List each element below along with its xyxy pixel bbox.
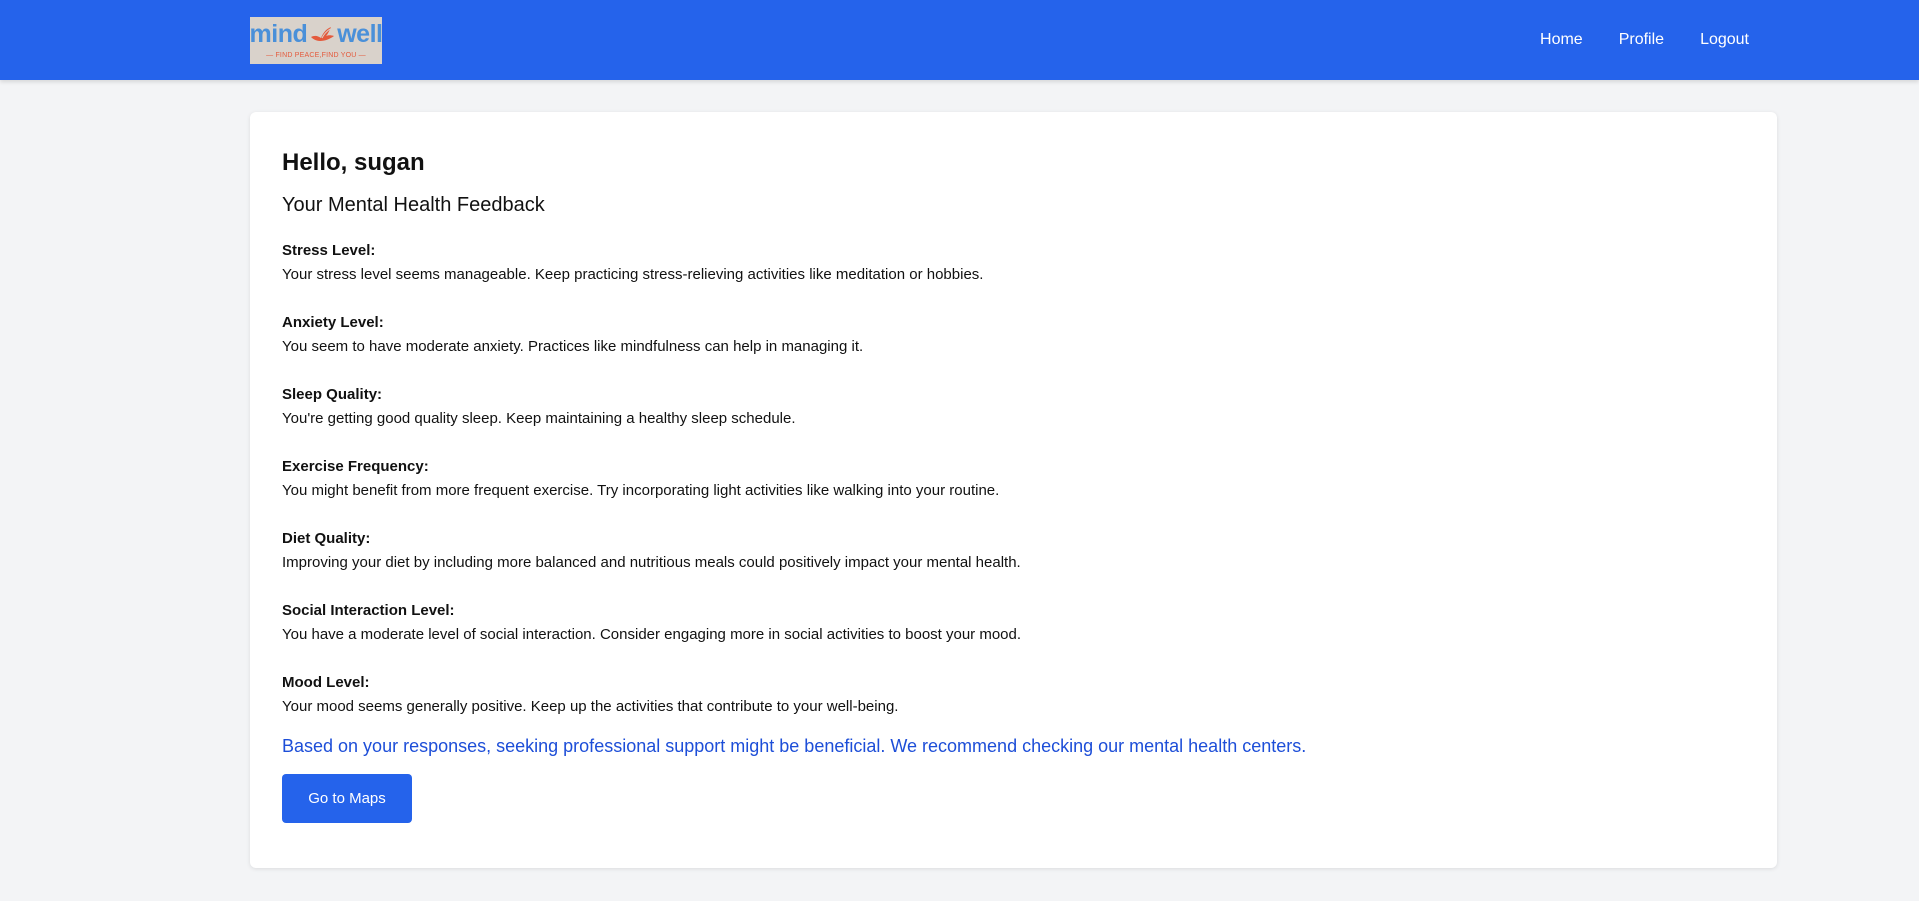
feedback-label: Social Interaction Level: xyxy=(282,602,455,619)
nav-home-link[interactable]: Home xyxy=(1540,31,1583,49)
nav-profile-link[interactable]: Profile xyxy=(1619,31,1664,49)
feedback-item-social: Social Interaction Level: You have a mod… xyxy=(282,599,1745,671)
feedback-item-exercise: Exercise Frequency: You might benefit fr… xyxy=(282,455,1745,527)
greeting-heading: Hello, sugan xyxy=(282,149,425,176)
nav-links: Home Profile Logout xyxy=(1504,0,1749,80)
feedback-card: Hello, sugan Your Mental Health Feedback… xyxy=(250,112,1777,868)
feedback-text: You seem to have moderate anxiety. Pract… xyxy=(282,338,864,355)
feedback-item-stress: Stress Level: Your stress level seems ma… xyxy=(282,239,1745,311)
feedback-label: Anxiety Level: xyxy=(282,314,384,331)
feedback-text: You're getting good quality sleep. Keep … xyxy=(282,410,796,427)
feedback-label: Stress Level: xyxy=(282,242,376,259)
logo-word-left: mind xyxy=(249,20,308,48)
feedback-text: You might benefit from more frequent exe… xyxy=(282,482,1000,499)
feedback-text: You have a moderate level of social inte… xyxy=(282,626,1022,643)
feedback-item-diet: Diet Quality: Improving your diet by inc… xyxy=(282,527,1745,599)
feedback-text: Your stress level seems manageable. Keep… xyxy=(282,266,984,283)
logo-word-right: well xyxy=(337,20,383,48)
nav-logout-link[interactable]: Logout xyxy=(1700,31,1749,49)
logo-wordmark: mind well xyxy=(249,19,383,50)
feedback-label: Diet Quality: xyxy=(282,530,371,547)
bird-icon xyxy=(309,23,335,47)
mindwell-logo[interactable]: mind well — FIND PEACE,FIND YOU — xyxy=(249,17,383,64)
feedback-list: Stress Level: Your stress level seems ma… xyxy=(282,239,1745,719)
feedback-item-anxiety: Anxiety Level: You seem to have moderate… xyxy=(282,311,1745,383)
feedback-item-sleep: Sleep Quality: You're getting good quali… xyxy=(282,383,1745,455)
feedback-section-title: Your Mental Health Feedback xyxy=(282,194,545,216)
feedback-text: Improving your diet by including more ba… xyxy=(282,554,1021,571)
feedback-label: Mood Level: xyxy=(282,674,370,691)
professional-support-recommendation: Based on your responses, seeking profess… xyxy=(282,736,1307,756)
logo-tagline: — FIND PEACE,FIND YOU — xyxy=(266,52,366,59)
feedback-text: Your mood seems generally positive. Keep… xyxy=(282,698,899,715)
feedback-item-mood: Mood Level: Your mood seems generally po… xyxy=(282,671,1745,719)
top-navbar: mind well — FIND PEACE,FIND YOU — Home P… xyxy=(0,0,1919,80)
go-to-maps-button[interactable]: Go to Maps xyxy=(282,774,412,823)
feedback-label: Sleep Quality: xyxy=(282,386,383,403)
feedback-label: Exercise Frequency: xyxy=(282,458,429,475)
